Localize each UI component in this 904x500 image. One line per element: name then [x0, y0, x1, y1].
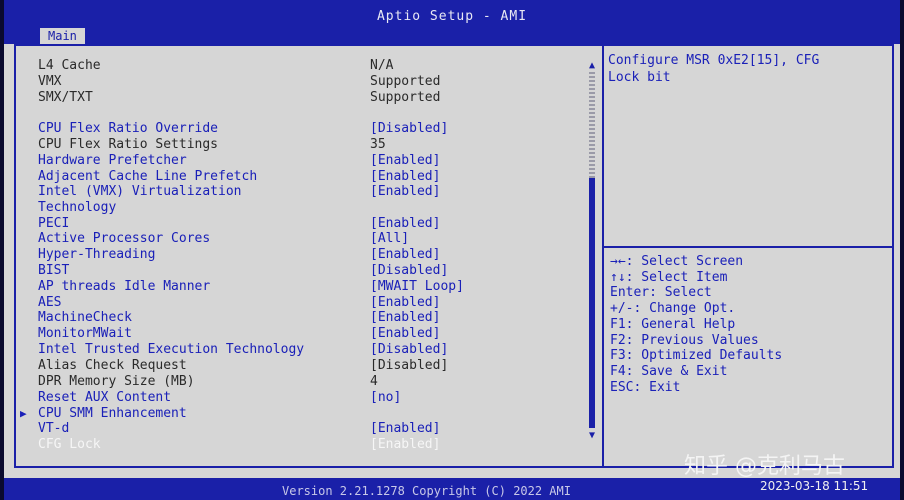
settings-list: L4 Cache N/A VMX Supported SMX/TXT Supported C… — [18, 48, 604, 466]
setting-value[interactable]: [MWAIT Loop] — [370, 279, 464, 295]
setting-label: DPR Memory Size (MB) — [38, 374, 195, 389]
setting-label: CPU SMM Enhancement — [38, 406, 187, 421]
setting-value: Supported — [370, 90, 441, 105]
key-hint: +/-: Change Opt. — [610, 301, 736, 317]
setting-label: CPU Flex Ratio Override — [38, 121, 219, 136]
key-hint: F3: Optimized Defaults — [610, 348, 783, 364]
setting-value[interactable]: [Enabled] — [370, 184, 440, 200]
setting-row[interactable]: Active Processor Cores [All] — [18, 231, 598, 247]
setting-value[interactable]: [Enabled] — [370, 310, 440, 326]
setting-row: VMX Supported — [18, 74, 598, 90]
setting-value[interactable]: [Enabled] — [370, 295, 440, 311]
setting-value[interactable]: [Enabled] — [370, 169, 440, 185]
setting-row[interactable]: AP threads Idle Manner [MWAIT Loop] — [18, 279, 598, 295]
setting-label: Active Processor Cores — [38, 231, 211, 246]
setting-label: Intel (VMX) Virtualization — [38, 184, 242, 199]
setting-value[interactable]: [Enabled] — [370, 153, 440, 169]
setting-label: VT-d — [38, 421, 70, 436]
setting-value: 35 — [370, 137, 386, 152]
help-text: Configure MSR 0xE2[15], CFG Lock bit — [608, 53, 820, 85]
setting-row[interactable]: ▶ CPU SMM Enhancement — [18, 406, 598, 422]
setting-row[interactable]: Intel (VMX) Virtualization [Enabled] — [18, 184, 598, 200]
setting-row[interactable]: MonitorMWait [Enabled] — [18, 326, 598, 342]
setting-label: CFG Lock — [38, 437, 101, 452]
key-hint: F1: General Help — [610, 316, 736, 332]
scroll-down-icon[interactable]: ▼ — [587, 430, 597, 442]
setting-row: Alias Check Request [Disabled] — [18, 358, 598, 374]
setting-label: Hyper-Threading — [38, 247, 156, 262]
setting-label: BIST — [38, 263, 70, 278]
version-text: Version 2.21.1278 Copyright (C) 2022 AMI — [282, 484, 571, 498]
key-hint: F2: Previous Values — [610, 332, 759, 348]
setting-row: CPU Flex Ratio Settings 35 — [18, 137, 598, 153]
setting-row[interactable]: Hardware Prefetcher [Enabled] — [18, 153, 598, 169]
help-pane: Configure MSR 0xE2[15], CFG Lock bit →←:… — [604, 48, 892, 466]
setting-label: SMX/TXT — [38, 90, 93, 105]
setting-row[interactable]: Intel Trusted Execution Technology [Disab… — [18, 342, 598, 358]
setting-value[interactable]: [Disabled] — [370, 263, 448, 279]
scroll-up-icon[interactable]: ▲ — [587, 60, 597, 72]
setting-value[interactable]: [Enabled] — [370, 421, 440, 437]
key-hint: ESC: Exit — [610, 379, 681, 395]
setting-row[interactable]: MachineCheck [Enabled] — [18, 310, 598, 326]
key-hint: F4: Save & Exit — [610, 363, 728, 379]
setting-label: MachineCheck — [38, 310, 132, 325]
setting-label: Reset AUX Content — [38, 390, 172, 405]
bios-screen: Aptio Setup - AMI Main L4 Cache N/A VMX Sup… — [4, 0, 900, 500]
submenu-arrow-icon: ▶ — [20, 407, 27, 420]
setting-row: L4 Cache N/A — [18, 58, 598, 74]
setting-value[interactable]: [Enabled] — [370, 326, 440, 342]
setting-label: VMX — [38, 74, 62, 89]
setting-label: Alias Check Request — [38, 358, 187, 373]
setting-row[interactable]: Hyper-Threading [Enabled] — [18, 247, 598, 263]
app-title: Aptio Setup - AMI — [4, 0, 900, 28]
setting-row[interactable]: AES [Enabled] — [18, 295, 598, 311]
help-separator — [604, 246, 892, 248]
setting-row[interactable]: PECI [Enabled] — [18, 216, 598, 232]
key-hint: →←: Select Screen — [610, 254, 744, 269]
setting-value: Supported — [370, 74, 441, 89]
setting-label: PECI — [38, 216, 70, 231]
setting-value[interactable]: [Disabled] — [370, 121, 448, 137]
setting-row[interactable]: Reset AUX Content [no] — [18, 390, 598, 406]
setting-row[interactable]: CPU Flex Ratio Override [Disabled] — [18, 121, 598, 137]
scroll-rail[interactable] — [589, 72, 595, 178]
setting-value[interactable]: [no] — [370, 390, 401, 406]
tab-row: Main — [4, 28, 900, 44]
setting-row: SMX/TXT Supported — [18, 90, 598, 106]
setting-value: 4 — [370, 374, 378, 389]
setting-row: CFG Lock [Enabled] — [18, 437, 598, 453]
tab-main[interactable]: Main — [40, 28, 85, 44]
setting-value[interactable]: [All] — [370, 231, 409, 247]
setting-value[interactable]: [Disabled] — [370, 342, 448, 358]
setting-label: Intel Trusted Execution Technology — [38, 342, 305, 357]
setting-label: CPU Flex Ratio Settings — [38, 137, 219, 152]
photo-datestamp: 2023-03-18 11:51 — [760, 479, 869, 493]
setting-row[interactable]: VT-d [Enabled] — [18, 421, 598, 437]
setting-label: Technology — [38, 200, 117, 215]
setting-value[interactable]: [Enabled] — [370, 216, 440, 232]
setting-label: AES — [38, 295, 62, 310]
setting-label: Adjacent Cache Line Prefetch — [38, 169, 258, 184]
setting-value: [Enabled] — [370, 437, 441, 452]
setting-label: MonitorMWait — [38, 326, 132, 341]
setting-label: L4 Cache — [38, 58, 101, 73]
key-hint: Enter: Select — [610, 285, 712, 301]
setting-row[interactable]: Technology — [18, 200, 598, 216]
watermark: 知乎 @克利马古 — [684, 454, 845, 479]
setting-row[interactable]: Adjacent Cache Line Prefetch [Enabled] — [18, 169, 598, 185]
setting-value: [Disabled] — [370, 358, 449, 373]
scrollbar[interactable]: ▲ ▼ — [587, 60, 597, 442]
scroll-thumb[interactable] — [589, 178, 595, 428]
setting-label: Hardware Prefetcher — [38, 153, 187, 168]
key-hint: ↑↓: Select Item — [610, 269, 728, 285]
setting-row[interactable]: BIST [Disabled] — [18, 263, 598, 279]
setting-value[interactable]: [Enabled] — [370, 247, 440, 263]
setting-row: DPR Memory Size (MB) 4 — [18, 374, 598, 390]
setting-label: AP threads Idle Manner — [38, 279, 211, 294]
setting-value: N/A — [370, 58, 394, 73]
